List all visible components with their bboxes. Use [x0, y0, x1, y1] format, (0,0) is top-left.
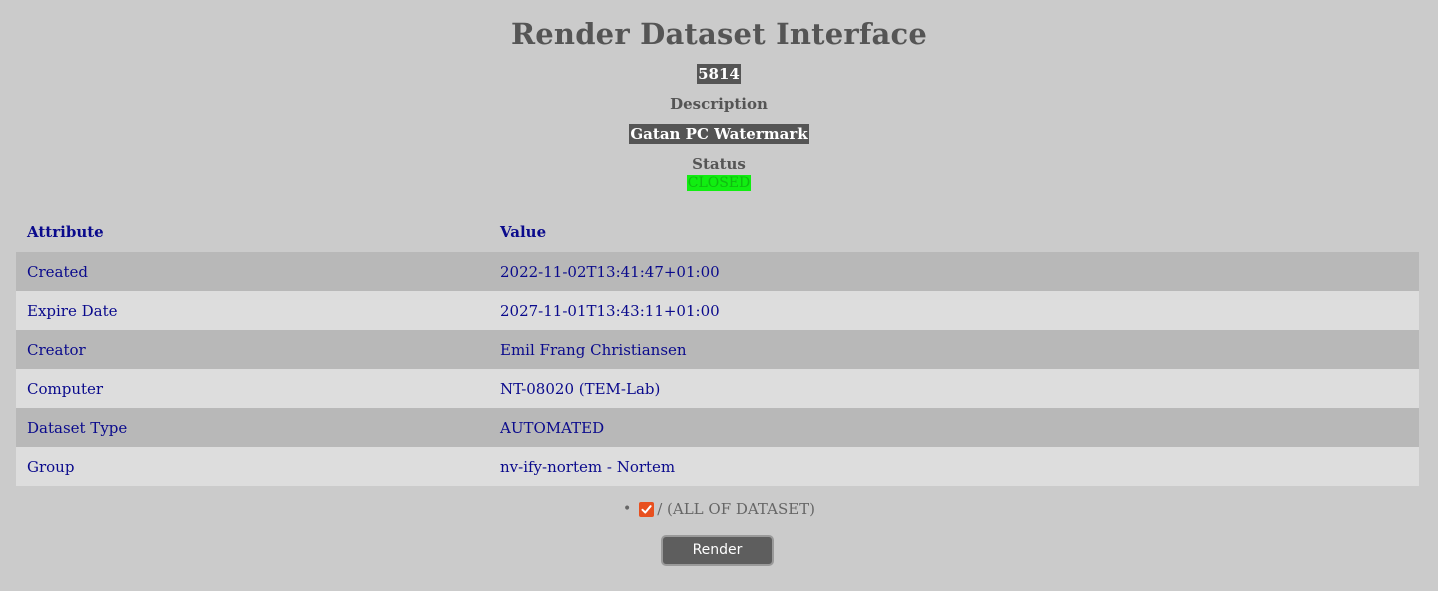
list-bullet: • [622, 501, 632, 517]
table-header-row: Attribute Value [16, 212, 1419, 252]
table-row: Creator Emil Frang Christiansen [16, 330, 1419, 369]
attribute-cell: Expire Date [16, 291, 489, 330]
table-row: Group nv-ify-nortem - Nortem [16, 447, 1419, 486]
page-title: Render Dataset Interface [510, 17, 928, 51]
attribute-cell: Dataset Type [16, 408, 489, 447]
value-cell: AUTOMATED [489, 408, 1419, 447]
status-badge: CLOSED [686, 175, 752, 191]
description-value: Gatan PC Watermark [629, 124, 809, 144]
value-cell: Emil Frang Christiansen [489, 330, 1419, 369]
table-row: Created 2022-11-02T13:41:47+01:00 [16, 252, 1419, 291]
status-badge-container: CLOSED [0, 172, 1438, 191]
table-row: Expire Date 2027-11-01T13:43:11+01:00 [16, 291, 1419, 330]
value-cell: 2027-11-01T13:43:11+01:00 [489, 291, 1419, 330]
value-cell: 2022-11-02T13:41:47+01:00 [489, 252, 1419, 291]
attribute-cell: Computer [16, 369, 489, 408]
path-label: / (ALL OF DATASET) [657, 500, 816, 518]
table-row: Computer NT-08020 (TEM-Lab) [16, 369, 1419, 408]
render-button[interactable]: Render [661, 535, 774, 566]
attribute-cell: Creator [16, 330, 489, 369]
description-label: Description [670, 95, 768, 113]
attribute-cell: Created [16, 252, 489, 291]
value-cell: nv-ify-nortem - Nortem [489, 447, 1419, 486]
status-label: Status [692, 155, 746, 173]
attribute-table: Attribute Value Created 2022-11-02T13:41… [16, 212, 1419, 486]
checkmark-icon [641, 504, 652, 513]
table-row: Dataset Type AUTOMATED [16, 408, 1419, 447]
dataset-id-badge: 5814 [0, 64, 1438, 84]
dataset-id: 5814 [697, 64, 741, 84]
value-cell: NT-08020 (TEM-Lab) [489, 369, 1419, 408]
attribute-cell: Group [16, 447, 489, 486]
column-header-value: Value [500, 223, 547, 241]
description-value-container: Gatan PC Watermark [0, 124, 1438, 144]
path-checkbox[interactable] [639, 501, 655, 517]
path-selection-list: • / (ALL OF DATASET) [0, 499, 1438, 518]
column-header-attribute: Attribute [27, 223, 104, 241]
